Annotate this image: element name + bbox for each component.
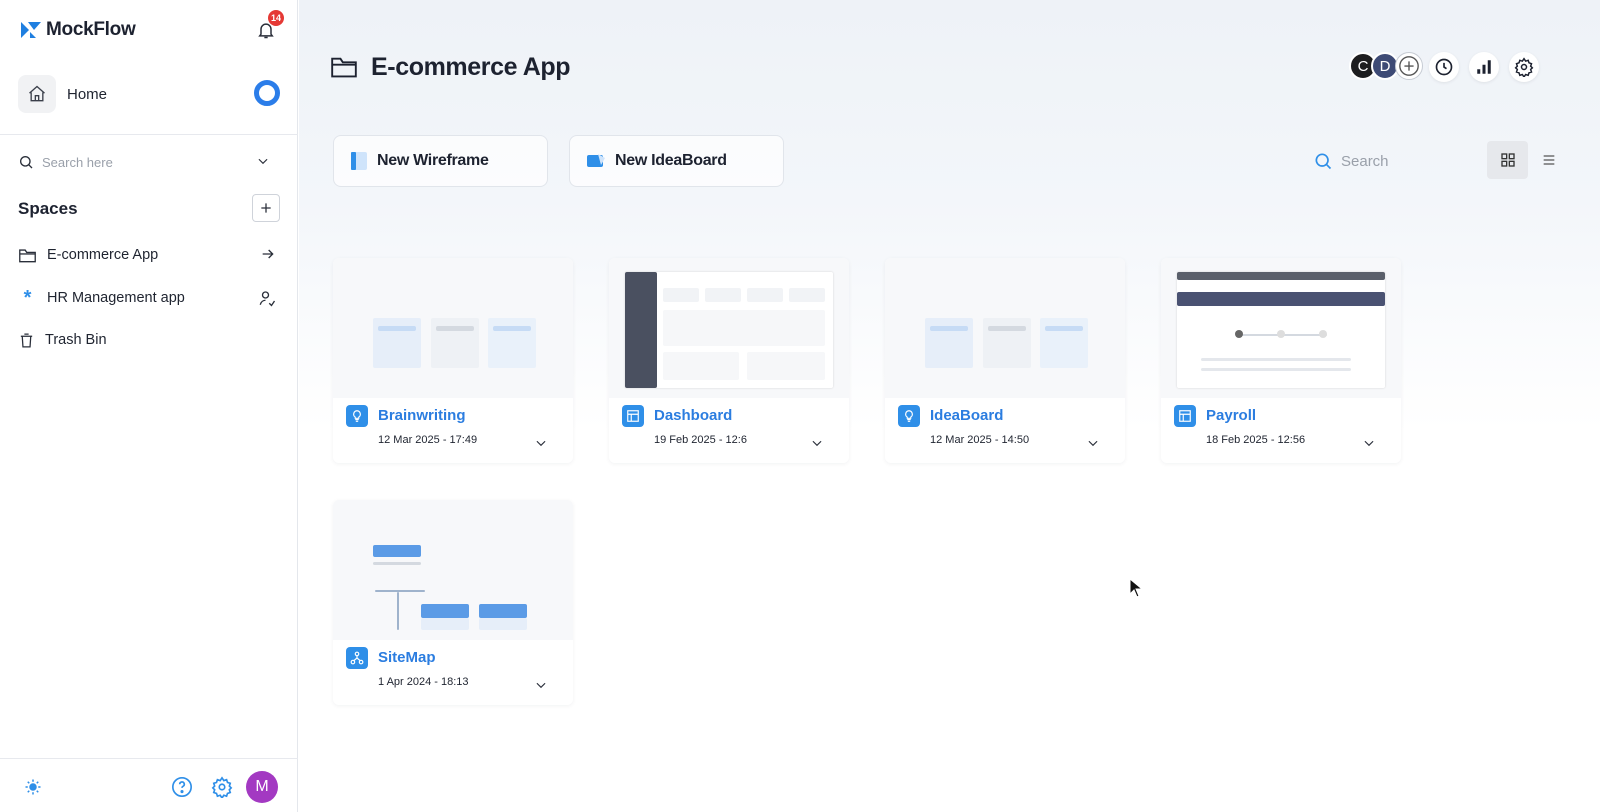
project-date: 12 Mar 2025 - 17:49 xyxy=(378,434,478,446)
layout-icon xyxy=(1174,405,1196,427)
sidebar-search[interactable] xyxy=(18,150,280,174)
space-label: Trash Bin xyxy=(45,332,107,348)
browser-extension-icon[interactable] xyxy=(254,80,280,106)
project-card-payroll[interactable]: Payroll 18 Feb 2025 - 12:56 xyxy=(1161,258,1401,463)
brand-logo[interactable]: MockFlow 14 xyxy=(20,10,284,46)
new-ideaboard-button[interactable]: New IdeaBoard xyxy=(569,135,784,187)
search-input[interactable] xyxy=(42,154,242,170)
project-name[interactable]: Payroll xyxy=(1206,407,1256,424)
project-card-sitemap[interactable]: SiteMap 1 Apr 2024 - 18:13 xyxy=(333,500,573,705)
collaborators: C D xyxy=(1349,52,1423,80)
chevron-down-icon[interactable] xyxy=(1086,436,1100,450)
spaces-title: Spaces xyxy=(18,199,78,218)
project-thumbnail xyxy=(885,258,1125,398)
space-label: HR Management app xyxy=(47,290,185,306)
trash-icon xyxy=(20,332,33,348)
settings-icon[interactable] xyxy=(211,776,233,798)
user-share-icon[interactable] xyxy=(258,289,276,307)
page-header: E-commerce App xyxy=(329,50,570,84)
home-label: Home xyxy=(67,85,108,103)
search-icon xyxy=(1315,153,1332,170)
project-name[interactable]: Dashboard xyxy=(654,407,732,424)
mouse-cursor-icon xyxy=(1129,578,1143,598)
add-space-button[interactable] xyxy=(252,194,280,222)
divider xyxy=(0,134,298,135)
list-icon xyxy=(1543,155,1554,165)
chevron-down-icon[interactable] xyxy=(1362,436,1376,450)
project-search[interactable] xyxy=(1313,146,1463,176)
project-card-ideaboard[interactable]: IdeaBoard 12 Mar 2025 - 14:50 xyxy=(885,258,1125,463)
chevron-down-icon[interactable] xyxy=(534,436,548,450)
chevron-down-icon[interactable] xyxy=(256,154,270,168)
project-name[interactable]: SiteMap xyxy=(378,649,436,666)
mockflow-logo-icon xyxy=(20,19,42,41)
chevron-down-icon[interactable] xyxy=(534,678,548,692)
gear-icon xyxy=(1514,57,1534,77)
plus-circle-icon xyxy=(1399,56,1419,76)
sidebar-item-trash-bin[interactable]: Trash Bin xyxy=(18,328,280,352)
project-thumbnail xyxy=(333,258,573,398)
project-date: 18 Feb 2025 - 12:56 xyxy=(1206,434,1306,446)
chevron-down-icon[interactable] xyxy=(810,436,824,450)
ideaboard-icon xyxy=(587,154,605,167)
project-name[interactable]: IdeaBoard xyxy=(930,407,1003,424)
brand-name: MockFlow xyxy=(46,19,136,40)
layout-icon xyxy=(622,405,644,427)
space-label: E-commerce App xyxy=(47,247,159,263)
lightbulb-icon xyxy=(346,405,368,427)
project-card-dashboard[interactable]: Dashboard 19 Feb 2025 - 12:6 xyxy=(609,258,849,463)
page-title: E-commerce App xyxy=(371,52,571,81)
wireframe-icon xyxy=(351,152,367,170)
view-toggle xyxy=(1487,141,1569,179)
arrow-right-icon[interactable] xyxy=(260,246,276,262)
help-icon[interactable] xyxy=(171,776,193,798)
new-ideaboard-label: New IdeaBoard xyxy=(615,152,727,169)
home-icon xyxy=(18,75,56,113)
folder-icon xyxy=(331,57,357,78)
history-button[interactable] xyxy=(1429,52,1459,82)
project-date: 19 Feb 2025 - 12:6 xyxy=(654,434,747,446)
project-thumbnail xyxy=(333,500,573,640)
project-thumbnail xyxy=(609,258,849,398)
sidebar-item-hr-management[interactable]: * HR Management app xyxy=(18,286,280,310)
plus-icon xyxy=(261,203,271,213)
project-thumbnail xyxy=(1161,258,1401,398)
spaces-header: Spaces xyxy=(18,194,280,224)
list-view-button[interactable] xyxy=(1528,141,1569,179)
asterisk-icon: * xyxy=(23,286,32,309)
sitemap-icon xyxy=(346,647,368,669)
bar-chart-icon xyxy=(1477,60,1491,74)
main-area: E-commerce App C D New Wireframe New Ide… xyxy=(299,0,1600,812)
sidebar: MockFlow 14 Home Spaces E-commerce App *… xyxy=(0,0,298,812)
notifications-button[interactable]: 14 xyxy=(254,10,284,42)
project-name[interactable]: Brainwriting xyxy=(378,407,466,424)
grid-icon xyxy=(1500,153,1515,167)
clock-icon xyxy=(1435,58,1453,76)
folder-icon xyxy=(19,248,36,262)
search-input[interactable] xyxy=(1341,152,1451,170)
new-wireframe-button[interactable]: New Wireframe xyxy=(333,135,548,187)
grid-view-button[interactable] xyxy=(1487,141,1528,179)
search-icon xyxy=(20,156,33,169)
project-date: 1 Apr 2024 - 18:13 xyxy=(378,676,469,688)
lightbulb-icon xyxy=(898,405,920,427)
sidebar-item-ecommerce-app[interactable]: E-commerce App xyxy=(18,243,280,267)
project-settings-button[interactable] xyxy=(1509,52,1539,82)
user-avatar[interactable]: M xyxy=(246,771,278,803)
notification-badge: 14 xyxy=(267,10,284,26)
project-card-brainwriting[interactable]: Brainwriting 12 Mar 2025 - 17:49 xyxy=(333,258,573,463)
theme-toggle-icon[interactable] xyxy=(24,778,42,796)
sidebar-item-home[interactable]: Home xyxy=(18,74,280,114)
project-date: 12 Mar 2025 - 14:50 xyxy=(930,434,1030,446)
new-wireframe-label: New Wireframe xyxy=(377,152,489,169)
add-collaborator-button[interactable] xyxy=(1395,52,1423,80)
divider xyxy=(0,758,298,759)
analytics-button[interactable] xyxy=(1469,52,1499,82)
